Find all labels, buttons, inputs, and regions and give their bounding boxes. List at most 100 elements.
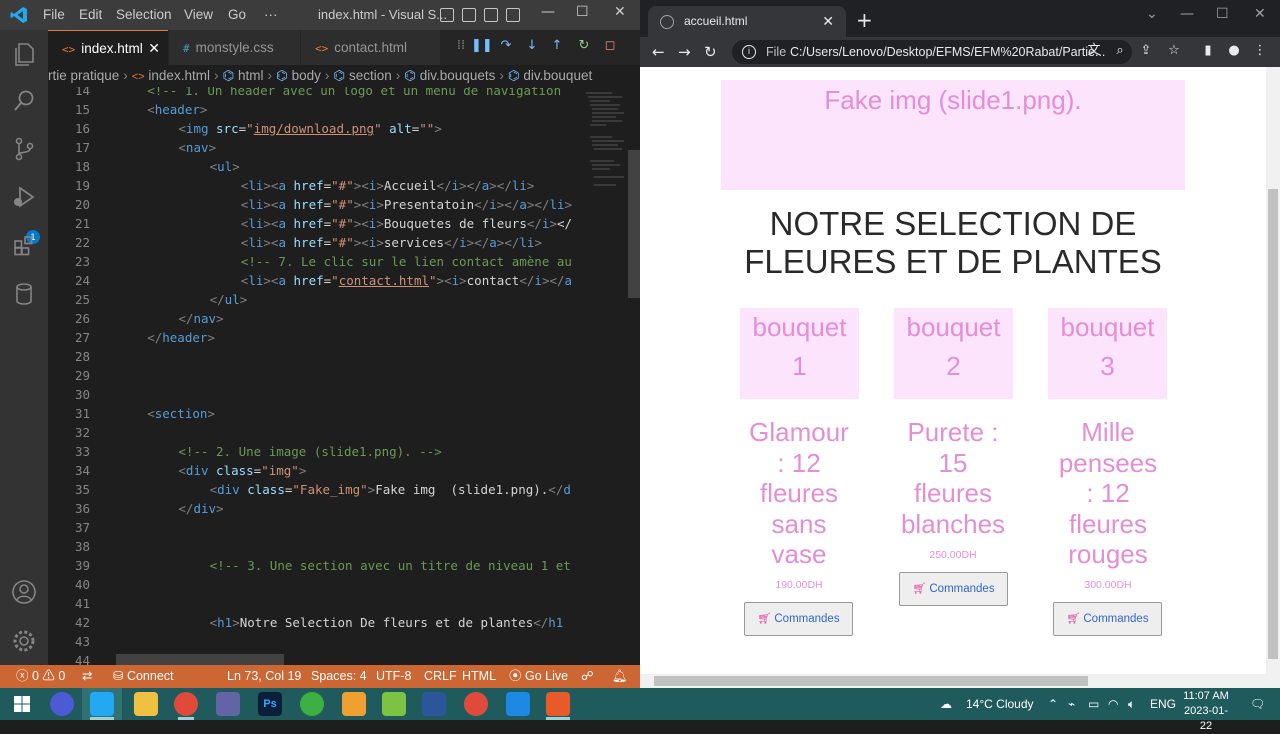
maximize-icon[interactable]: ☐ bbox=[576, 4, 589, 20]
language-mode[interactable]: HTML bbox=[462, 665, 496, 688]
breadcrumb-item[interactable]: body bbox=[292, 68, 321, 83]
code-line[interactable]: <div class="Fake_img">Fake img (slide1.p… bbox=[210, 482, 571, 497]
code-line[interactable]: <h1>Notre Selection De fleurs et de plan… bbox=[210, 615, 564, 630]
reload-icon[interactable]: ↻ bbox=[704, 42, 717, 62]
eol-setting[interactable]: CRLF bbox=[424, 665, 457, 688]
share-icon[interactable]: ⇪ bbox=[1138, 43, 1154, 59]
code-line[interactable]: <li><a href="#"><i>Bouquetes de fleurs</… bbox=[241, 216, 572, 231]
vscode-taskbar-icon[interactable] bbox=[90, 692, 114, 716]
teams-icon[interactable] bbox=[216, 692, 240, 716]
close-tab-icon[interactable]: ✕ bbox=[822, 6, 834, 37]
bouquet-1-order-button[interactable]: 🛒︎ Commandes bbox=[744, 602, 853, 636]
problems-indicator[interactable]: ⓧ 0 ⚠ 0 bbox=[16, 665, 65, 688]
site-info-icon[interactable]: i bbox=[742, 45, 756, 59]
code-line[interactable]: <!-- 2. Une image (slide1.png). --> bbox=[178, 444, 441, 459]
camtasia-icon[interactable] bbox=[382, 692, 406, 716]
menu-view[interactable]: View bbox=[184, 7, 213, 22]
customize-layout-icon[interactable] bbox=[506, 8, 520, 22]
explorer-icon[interactable] bbox=[10, 40, 38, 68]
breadcrumb-item[interactable]: index.html bbox=[148, 68, 210, 83]
maximize-icon[interactable]: ☐ bbox=[1216, 6, 1229, 22]
debug-step-over-icon[interactable]: ↷ bbox=[497, 37, 515, 55]
code-line[interactable]: <!-- 7. Le clic sur le lien contact amèn… bbox=[241, 254, 572, 269]
minimap[interactable] bbox=[582, 87, 628, 665]
go-live-button[interactable]: ⦿ Go Live bbox=[509, 665, 568, 688]
menu-file[interactable]: File bbox=[43, 7, 65, 22]
weather-widget[interactable]: 14°C Cloudy bbox=[966, 688, 1034, 720]
side-panel-icon[interactable]: ▮ bbox=[1200, 43, 1216, 59]
code-line[interactable]: <li><a href="contact.html"><i>contact</i… bbox=[241, 273, 572, 288]
settings-gear-icon[interactable] bbox=[10, 627, 38, 655]
breadcrumb-item[interactable]: section bbox=[349, 68, 392, 83]
tab-index-html[interactable]: <> index.html ✕ bbox=[48, 30, 168, 65]
tab-close-icon[interactable]: ✕ bbox=[148, 31, 160, 66]
battery-icon[interactable]: ▭ bbox=[1088, 688, 1099, 720]
tab-contact-html[interactable]: <> contact.html bbox=[301, 30, 440, 65]
notifications-icon[interactable]: 🗨︎ bbox=[1250, 688, 1265, 720]
media-player-icon[interactable] bbox=[50, 692, 74, 716]
breadcrumb-item[interactable]: html bbox=[238, 68, 264, 83]
debug-restart-icon[interactable]: ↻ bbox=[575, 37, 593, 55]
word-icon[interactable] bbox=[422, 692, 446, 716]
bookmark-star-icon[interactable]: ☆ bbox=[1166, 43, 1182, 59]
notifications-bell-icon[interactable]: 🔔︎ bbox=[612, 665, 628, 688]
page-vertical-scroll-thumb[interactable] bbox=[1268, 189, 1278, 659]
encoding-setting[interactable]: UTF-8 bbox=[376, 665, 411, 688]
tab-search-chevron-icon[interactable]: ⌄ bbox=[1146, 6, 1158, 22]
code-editor[interactable]: 14 <!-- 1. Un header avec un logo et un m… bbox=[48, 87, 640, 665]
code-line[interactable]: <li><a href="#"><i>services</i></a></li> bbox=[241, 235, 542, 250]
close-icon[interactable]: ✕ bbox=[614, 4, 626, 20]
clock[interactable]: 11:07 AM 2023-01-22 bbox=[1180, 689, 1232, 734]
code-line[interactable]: <li><a href="#"><i>Presentatoin</i></a><… bbox=[241, 197, 572, 212]
page-horizontal-scroll-thumb[interactable] bbox=[654, 676, 1088, 686]
toggle-sidebar-icon[interactable] bbox=[440, 8, 454, 22]
photoshop-icon[interactable]: Ps bbox=[258, 692, 282, 716]
code-line[interactable]: <div class="img"> bbox=[178, 463, 306, 478]
tray-chevron-icon[interactable]: ⌃ bbox=[1048, 688, 1058, 720]
run-debug-icon[interactable] bbox=[10, 183, 38, 211]
debug-step-out-icon[interactable]: ↑ bbox=[548, 37, 566, 55]
browser-tab-accueil[interactable]: accueil.html ✕ bbox=[648, 6, 846, 37]
profile-avatar-icon[interactable]: ● bbox=[1226, 43, 1242, 59]
network-icon[interactable]: ⌁ bbox=[1068, 688, 1075, 720]
database-icon[interactable] bbox=[10, 280, 38, 308]
code-line[interactable]: </div> bbox=[178, 501, 223, 516]
code-line[interactable]: </ul> bbox=[210, 292, 248, 307]
input-language[interactable]: ENG bbox=[1150, 688, 1176, 720]
bouquet-2-order-button[interactable]: 🛒︎ Commandes bbox=[899, 572, 1008, 606]
chrome-icon[interactable] bbox=[464, 692, 488, 716]
url-text[interactable]: C:/Users/Lenovo/Desktop/EFMS/EFM%20Rabat… bbox=[790, 40, 1105, 64]
menu-more[interactable]: ··· bbox=[264, 7, 278, 22]
toggle-panel-icon[interactable] bbox=[462, 8, 476, 22]
live-share-icon[interactable]: ⇄ bbox=[82, 665, 92, 688]
menu-go[interactable]: Go bbox=[228, 7, 246, 22]
menu-edit[interactable]: Edit bbox=[79, 7, 102, 22]
code-line[interactable]: <li><a href="#"><i>Accueil</i></a></li> bbox=[241, 178, 535, 193]
account-icon[interactable] bbox=[10, 578, 38, 606]
code-line[interactable]: </header> bbox=[147, 330, 215, 345]
wifi-icon[interactable]: ◠ bbox=[1108, 688, 1118, 720]
volume-icon[interactable]: 🔈︎ bbox=[1128, 688, 1135, 720]
photos-icon[interactable] bbox=[506, 692, 530, 716]
debug-step-into-icon[interactable]: ↓ bbox=[523, 37, 541, 55]
file-explorer-icon[interactable] bbox=[134, 692, 158, 716]
bouquet-3-order-button[interactable]: 🛒︎ Commandes bbox=[1053, 602, 1162, 636]
menu-selection[interactable]: Selection bbox=[116, 7, 172, 22]
debug-drag-handle-icon[interactable]: ⁞⁞ bbox=[452, 37, 470, 55]
code-line[interactable]: <img src="img/download.png" alt=""> bbox=[178, 121, 441, 136]
code-line[interactable]: <nav> bbox=[178, 140, 216, 155]
code-line[interactable]: <ul> bbox=[210, 159, 240, 174]
close-window-icon[interactable]: ✕ bbox=[1254, 6, 1266, 22]
toggle-secondary-sidebar-icon[interactable] bbox=[484, 8, 498, 22]
breadcrumb-item[interactable]: div.bouquet bbox=[523, 68, 592, 83]
forward-arrow-icon[interactable]: → bbox=[678, 42, 691, 62]
blender-icon[interactable] bbox=[342, 692, 366, 716]
recorder-app-icon[interactable] bbox=[546, 692, 570, 716]
back-arrow-icon[interactable]: ← bbox=[652, 42, 665, 62]
tab-monstyle-css[interactable]: # monstyle.css bbox=[169, 30, 300, 65]
breadcrumb-item[interactable]: rtie pratique bbox=[48, 68, 119, 83]
new-tab-button[interactable]: + bbox=[856, 7, 873, 33]
debug-stop-icon[interactable]: ◻ bbox=[601, 37, 619, 55]
cursor-position[interactable]: Ln 73, Col 19 bbox=[227, 665, 301, 688]
code-line[interactable]: <!-- 3. Une section avec un titre de niv… bbox=[210, 558, 571, 573]
